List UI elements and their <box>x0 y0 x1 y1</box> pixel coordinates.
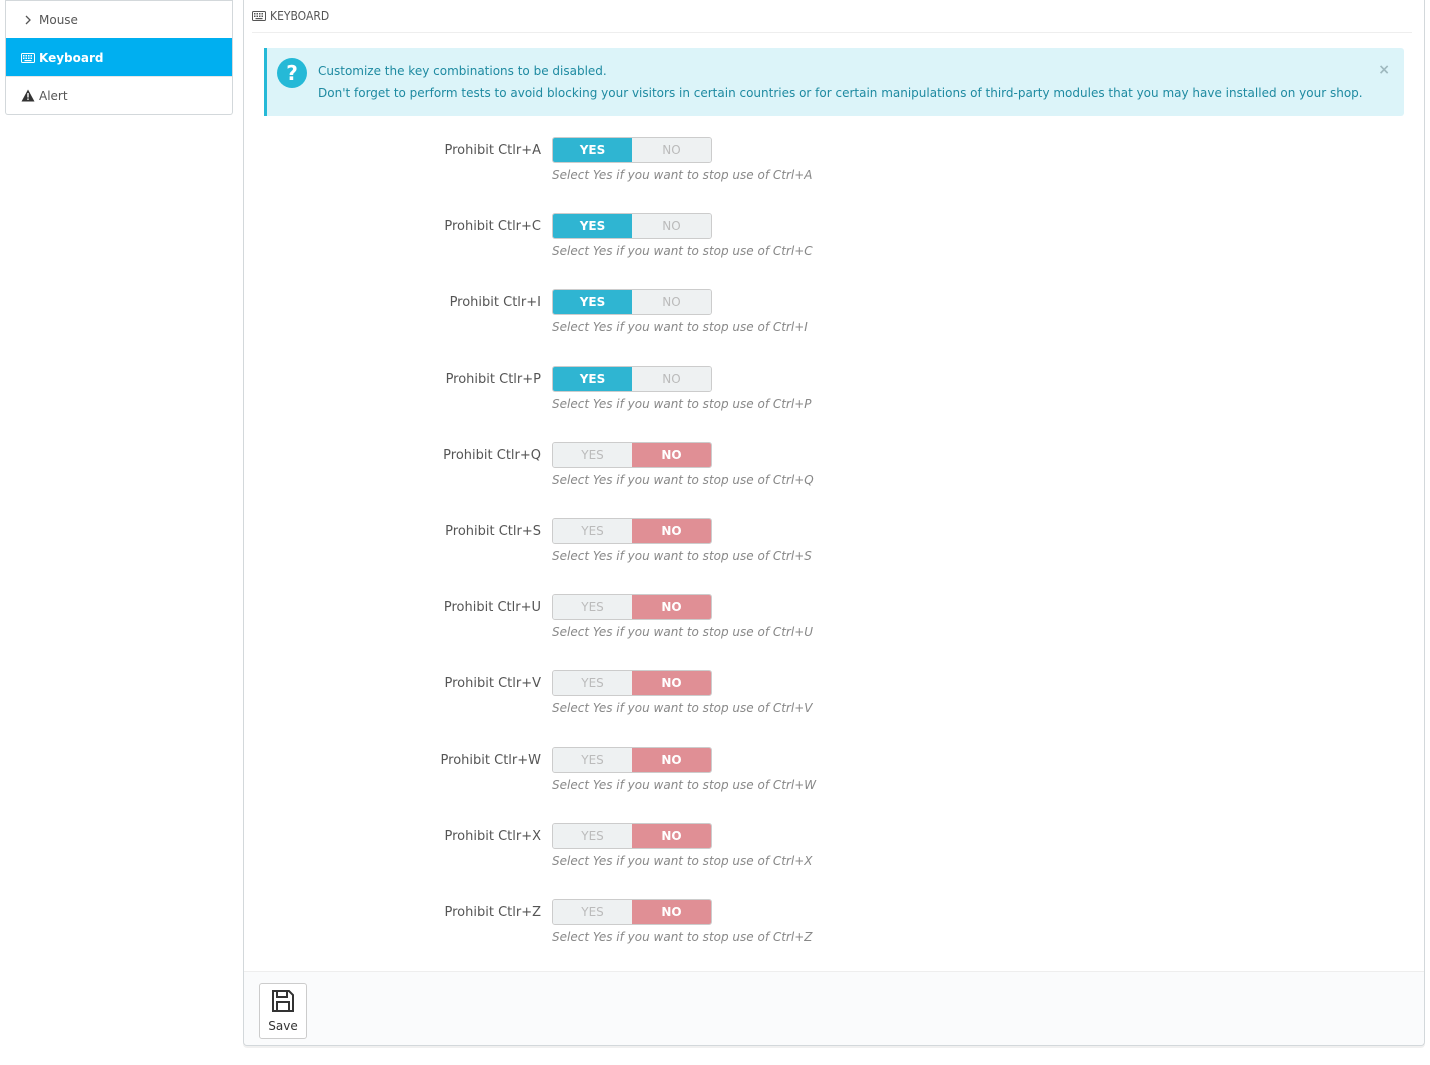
yes-no-switch[interactable]: YES NO <box>552 517 712 544</box>
setting-help-text: Select Yes if you want to stop use of Ct… <box>552 777 817 792</box>
switch-yes-option[interactable]: YES <box>553 823 632 848</box>
yes-no-switch[interactable]: YES NO <box>552 670 712 697</box>
setting-row: Prohibit Ctlr+W YES NO Select Yes if you wa… <box>244 746 1424 823</box>
setting-label: Prohibit Ctlr+C <box>444 219 541 235</box>
panel-heading: KEYBOARD <box>252 0 1412 33</box>
switch-yes-option[interactable]: YES <box>553 899 632 924</box>
yes-no-switch[interactable]: YES NO <box>552 365 712 392</box>
switch-yes-option[interactable]: YES <box>553 518 632 543</box>
switch-no-option[interactable]: NO <box>632 823 711 848</box>
settings-list: Prohibit Ctlr+A YES NO Select Yes if you wa… <box>244 137 1424 975</box>
yes-no-switch[interactable]: YES NO <box>552 441 712 468</box>
close-icon[interactable]: × <box>1378 62 1390 78</box>
keyboard-settings-panel: KEYBOARD ? Customize the key combination… <box>243 0 1425 1046</box>
setting-row: Prohibit Ctlr+Q YES NO Select Yes if you wa… <box>244 441 1424 518</box>
setting-row: Prohibit Ctlr+V YES NO Select Yes if you wa… <box>244 670 1424 746</box>
yes-no-switch[interactable]: YES NO <box>552 137 712 163</box>
save-button[interactable]: Save <box>259 983 307 1039</box>
setting-row: Prohibit Ctlr+U YES NO Select Yes if you wa… <box>244 594 1424 670</box>
warning-icon <box>20 89 36 102</box>
question-icon: ? <box>277 58 307 88</box>
switch-no-option[interactable]: NO <box>632 747 711 772</box>
switch-yes-option[interactable]: YES <box>553 214 632 239</box>
setting-help-text: Select Yes if you want to stop use of Ct… <box>552 168 813 182</box>
setting-label: Prohibit Ctlr+I <box>449 295 541 311</box>
sidebar-item-mouse[interactable]: Mouse <box>6 0 232 38</box>
switch-yes-option[interactable]: YES <box>553 671 632 696</box>
switch-no-option[interactable]: NO <box>632 671 711 696</box>
setting-row: Prohibit Ctlr+S YES NO Select Yes if you wa… <box>244 517 1424 594</box>
switch-yes-option[interactable]: YES <box>553 747 632 772</box>
setting-help-text: Select Yes if you want to stop use of Ct… <box>552 929 813 944</box>
switch-yes-option[interactable]: YES <box>553 442 632 467</box>
info-alert: ? Customize the key combinations to be d… <box>264 48 1404 116</box>
setting-label: Prohibit Ctlr+V <box>444 676 541 692</box>
floppy-disk-icon <box>271 989 295 1017</box>
switch-no-option[interactable]: NO <box>632 366 711 391</box>
switch-no-option[interactable]: NO <box>632 138 711 162</box>
setting-help-text: Select Yes if you want to stop use of Ct… <box>552 396 812 411</box>
yes-no-switch[interactable]: YES NO <box>552 594 712 621</box>
switch-yes-option[interactable]: YES <box>553 366 632 391</box>
setting-label: Prohibit Ctlr+P <box>445 371 541 387</box>
setting-row: Prohibit Ctlr+C YES NO Select Yes if you wa… <box>244 213 1424 289</box>
setting-label: Prohibit Ctlr+S <box>445 523 541 539</box>
setting-row: Prohibit Ctlr+I YES NO Select Yes if you wa… <box>244 289 1424 365</box>
switch-yes-option[interactable]: YES <box>553 290 632 315</box>
sidebar-item-label: Keyboard <box>39 50 104 65</box>
page-title: KEYBOARD <box>270 9 330 23</box>
switch-no-option[interactable]: NO <box>632 899 711 924</box>
switch-no-option[interactable]: NO <box>632 442 711 467</box>
setting-label: Prohibit Ctlr+W <box>440 752 541 768</box>
setting-label: Prohibit Ctlr+U <box>443 600 541 616</box>
switch-no-option[interactable]: NO <box>632 518 711 543</box>
setting-help-text: Select Yes if you want to stop use of Ct… <box>552 472 814 487</box>
setting-label: Prohibit Ctlr+X <box>444 828 542 844</box>
switch-no-option[interactable]: NO <box>632 595 711 620</box>
chevron-right-icon <box>20 15 36 25</box>
switch-no-option[interactable]: NO <box>632 214 711 239</box>
switch-no-option[interactable]: NO <box>632 290 711 315</box>
switch-yes-option[interactable]: YES <box>553 138 632 162</box>
setting-help-text: Select Yes if you want to stop use of Ct… <box>552 853 813 868</box>
yes-no-switch[interactable]: YES NO <box>552 746 712 773</box>
setting-help-text: Select Yes if you want to stop use of Ct… <box>552 244 813 259</box>
setting-label: Prohibit Ctlr+Q <box>443 447 541 463</box>
setting-help-text: Select Yes if you want to stop use of Ct… <box>552 701 813 716</box>
sidebar-item-alert[interactable]: Alert <box>6 76 232 114</box>
keyboard-icon <box>252 11 266 21</box>
yes-no-switch[interactable]: YES NO <box>552 289 712 316</box>
setting-label: Prohibit Ctlr+A <box>444 143 541 158</box>
yes-no-switch[interactable]: YES NO <box>552 213 712 240</box>
setting-row: Prohibit Ctlr+P YES NO Select Yes if you wa… <box>244 365 1424 442</box>
switch-yes-option[interactable]: YES <box>553 595 632 620</box>
sidebar-item-keyboard[interactable]: Keyboard <box>6 38 232 76</box>
yes-no-switch[interactable]: YES NO <box>552 898 712 925</box>
setting-row: Prohibit Ctlr+X YES NO Select Yes if you wa… <box>244 822 1424 899</box>
sidebar-item-label: Mouse <box>39 12 78 27</box>
setting-label: Prohibit Ctlr+Z <box>444 904 542 920</box>
setting-row: Prohibit Ctlr+A YES NO Select Yes if you wa… <box>244 137 1424 213</box>
save-button-label: Save <box>268 1019 298 1033</box>
alert-message-line-1: Customize the key combinations to be dis… <box>318 64 607 78</box>
sidebar-menu: Mouse Keyboard Alert <box>5 0 233 115</box>
setting-row: Prohibit Ctlr+Z YES NO Select Yes if you wa… <box>244 898 1424 975</box>
yes-no-switch[interactable]: YES NO <box>552 822 712 849</box>
setting-help-text: Select Yes if you want to stop use of Ct… <box>552 320 808 335</box>
alert-message-line-2: Don't forget to perform tests to avoid b… <box>318 86 1363 100</box>
panel-footer: Save <box>244 971 1424 1045</box>
sidebar-item-label: Alert <box>39 88 68 103</box>
setting-help-text: Select Yes if you want to stop use of Ct… <box>552 548 812 563</box>
setting-help-text: Select Yes if you want to stop use of Ct… <box>552 625 814 640</box>
keyboard-icon <box>20 52 36 63</box>
